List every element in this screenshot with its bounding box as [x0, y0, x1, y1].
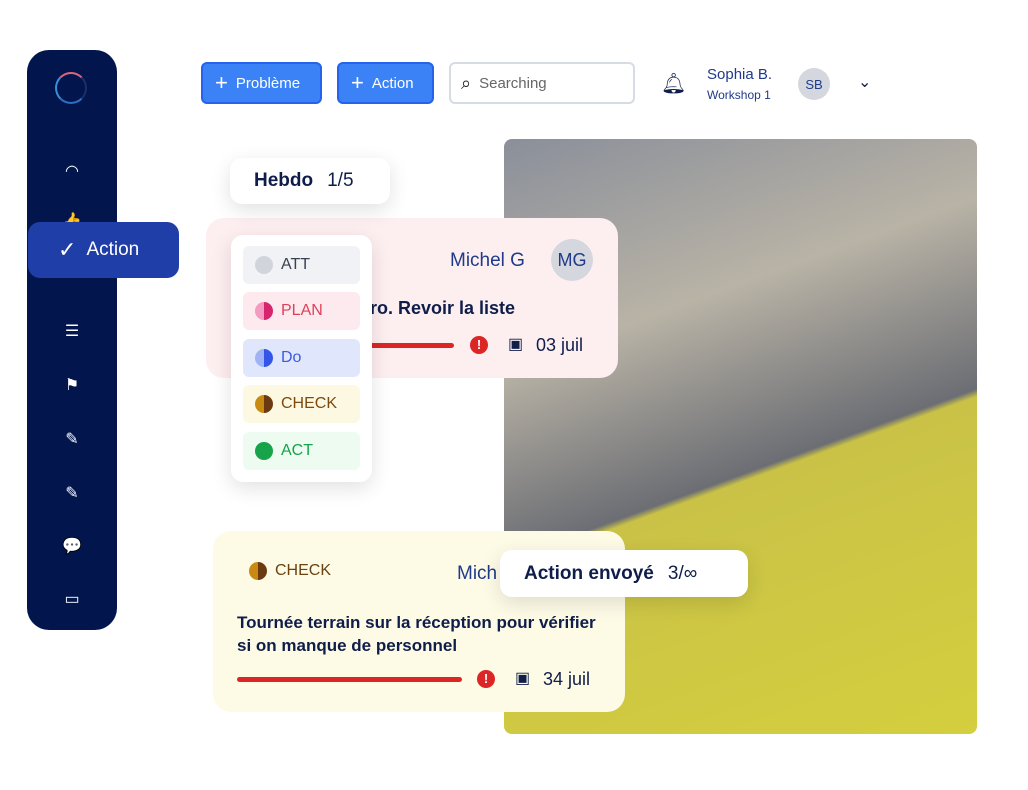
- status-option-act[interactable]: ACT: [243, 432, 360, 470]
- avatar[interactable]: SB: [798, 68, 830, 100]
- bell-icon[interactable]: 🔔︎: [661, 71, 686, 96]
- status-option-check[interactable]: CHECK: [243, 385, 360, 423]
- sidebar-item-action[interactable]: ✓ Action: [28, 222, 179, 278]
- due-date: 03 juil: [536, 335, 584, 355]
- user-workshop: Workshop 1: [707, 88, 771, 102]
- action-sent-badge: Action envoyé 3/∞: [500, 550, 748, 597]
- card-title: ro. Revoir la liste: [370, 298, 516, 318]
- assignee-avatar: MG: [551, 239, 593, 281]
- search-input[interactable]: ⌕ Searching: [449, 62, 635, 104]
- status-option-plan[interactable]: PLAN: [243, 292, 360, 330]
- alert-icon: !: [470, 336, 488, 354]
- gauge-icon[interactable]: ◠: [56, 160, 88, 184]
- add-action-button[interactable]: + Action: [337, 62, 434, 104]
- calendar-icon: ▣: [508, 336, 524, 353]
- edit-icon[interactable]: ✎: [56, 428, 88, 452]
- search-icon: ⌕: [461, 72, 472, 93]
- calendar-icon[interactable]: ▭: [56, 588, 88, 612]
- menu-icon[interactable]: ☰: [56, 320, 88, 344]
- progress-bar: [237, 677, 462, 682]
- edit-icon[interactable]: ✎: [56, 482, 88, 506]
- status-option-do[interactable]: Do: [243, 339, 360, 377]
- plus-icon: +: [215, 70, 228, 95]
- user-name: Sophia B.: [707, 66, 773, 83]
- status-badge: CHECK: [249, 562, 331, 580]
- card-title: Tournée terrain sur la réception pour vé…: [237, 613, 596, 655]
- due-date: 34 juil: [543, 669, 591, 689]
- status-option-att[interactable]: ATT: [243, 246, 360, 284]
- logo: [55, 72, 87, 104]
- alert-icon: !: [477, 670, 495, 688]
- chevron-down-icon[interactable]: ⌄: [858, 72, 871, 92]
- plus-icon: +: [351, 70, 364, 95]
- chat-icon[interactable]: 💬: [56, 535, 88, 559]
- check-icon: ✓: [58, 237, 77, 262]
- calendar-icon: ▣: [515, 670, 531, 687]
- hebdo-badge: Hebdo 1/5: [230, 158, 390, 204]
- add-probleme-button[interactable]: + Problème: [201, 62, 322, 104]
- flag-icon[interactable]: ⚑: [56, 374, 88, 398]
